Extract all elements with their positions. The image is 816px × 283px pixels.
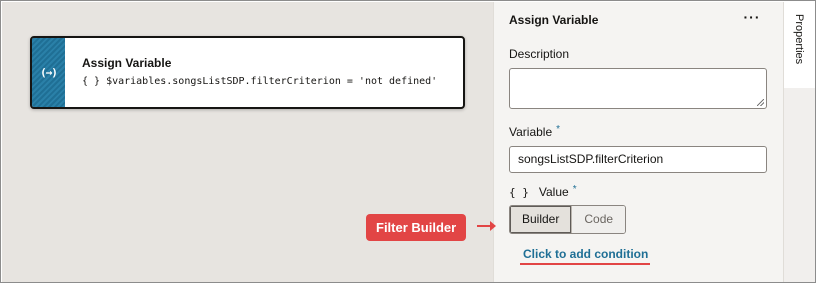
value-mode-toggle: Builder Code [509, 205, 627, 234]
side-rail: Properties [783, 2, 815, 282]
value-label-row: { } Value * [509, 184, 577, 199]
expression-icon: { } [82, 76, 101, 87]
screenshot-frame: (→) Assign Variable { } $variables.songs… [0, 0, 816, 283]
variable-input[interactable]: songsListSDP.filterCriterion [509, 146, 767, 173]
required-marker: * [556, 124, 561, 135]
assign-variable-icon: (→) [40, 66, 58, 79]
description-label: Description [509, 47, 570, 61]
resize-grip-icon[interactable] [757, 99, 764, 106]
code-mode-button[interactable]: Code [571, 206, 626, 233]
description-textarea[interactable] [509, 68, 767, 109]
filter-builder-callout: Filter Builder [366, 214, 467, 241]
node-title: Assign Variable [82, 56, 172, 70]
panel-title: Assign Variable [509, 13, 599, 27]
more-options-icon[interactable]: ··· [742, 8, 762, 28]
value-label: Value * [538, 184, 577, 199]
properties-tab-label: Properties [793, 14, 805, 65]
builder-mode-button[interactable]: Builder [510, 206, 572, 233]
variable-label: Variable [509, 125, 553, 139]
node-expression-text: $variables.songsListSDP.filterCriterion … [106, 76, 438, 87]
properties-panel: Assign Variable ··· Description Variable… [493, 2, 783, 282]
callout-arrow-icon [477, 221, 496, 231]
required-marker: * [572, 184, 577, 195]
expression-icon[interactable]: { } [509, 186, 529, 199]
node-expression: { } $variables.songsListSDP.filterCriter… [82, 76, 437, 87]
assign-variable-node[interactable]: (→) Assign Variable { } $variables.songs… [30, 36, 465, 109]
node-type-strip: (→) [32, 38, 65, 107]
highlight-underline [520, 263, 650, 265]
add-condition-link[interactable]: Click to add condition [523, 247, 648, 261]
properties-tab[interactable]: Properties [784, 2, 815, 88]
variable-label-row: Variable * [509, 124, 561, 139]
